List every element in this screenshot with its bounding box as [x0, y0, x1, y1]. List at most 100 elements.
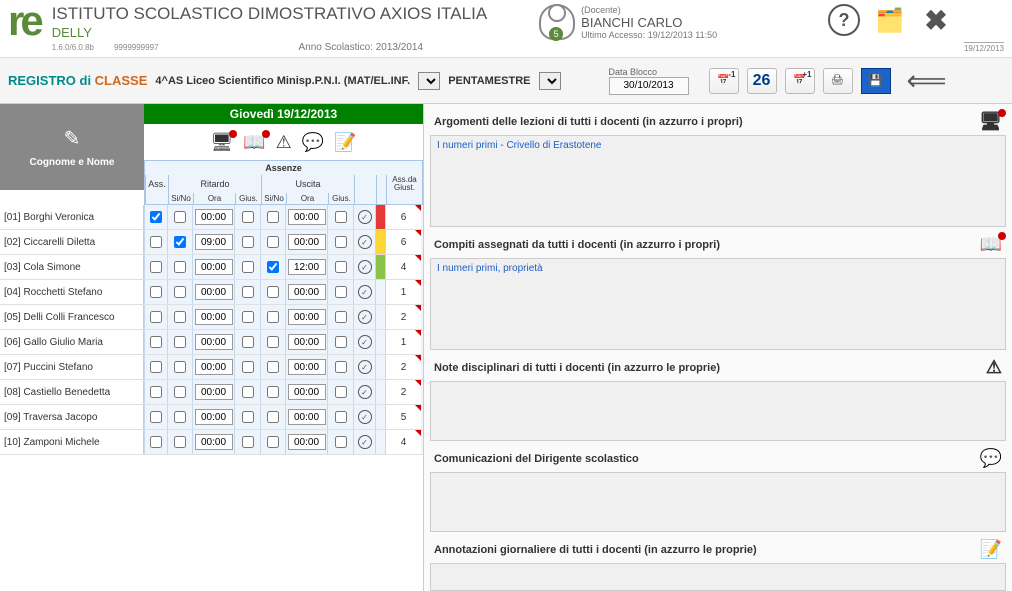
homework-panel-icon[interactable]: 📖 — [980, 234, 1002, 255]
exit-checkbox[interactable] — [267, 236, 279, 248]
period-dropdown[interactable] — [539, 72, 561, 90]
lessons-icon[interactable]: 🖥 — [210, 132, 233, 153]
homework-icon[interactable]: 📖 — [243, 132, 265, 153]
exit-just-checkbox[interactable] — [335, 286, 347, 298]
exit-just-checkbox[interactable] — [335, 311, 347, 323]
prev-day-button[interactable]: 📅-1 — [709, 68, 739, 94]
exit-just-checkbox[interactable] — [335, 261, 347, 273]
exit-time-input[interactable] — [288, 434, 326, 450]
exit-time-input[interactable] — [288, 309, 326, 325]
late-checkbox[interactable] — [174, 361, 186, 373]
exit-time-input[interactable] — [288, 284, 326, 300]
today-button[interactable]: 26 — [747, 68, 777, 94]
exit-just-checkbox[interactable] — [335, 386, 347, 398]
late-just-checkbox[interactable] — [242, 261, 254, 273]
exit-checkbox[interactable] — [267, 261, 279, 273]
late-time-input[interactable] — [195, 234, 233, 250]
save-button[interactable]: 💾 — [861, 68, 891, 94]
absence-checkbox[interactable] — [150, 411, 162, 423]
exit-time-input[interactable] — [288, 359, 326, 375]
late-checkbox[interactable] — [174, 286, 186, 298]
exit-just-checkbox[interactable] — [335, 236, 347, 248]
absence-checkbox[interactable] — [150, 436, 162, 448]
late-checkbox[interactable] — [174, 211, 186, 223]
exit-just-checkbox[interactable] — [335, 211, 347, 223]
late-time-input[interactable] — [195, 434, 233, 450]
absence-checkbox[interactable] — [150, 211, 162, 223]
exit-checkbox[interactable] — [267, 336, 279, 348]
annotations-icon[interactable]: 📝 — [334, 132, 356, 153]
panel-annotazioni-body[interactable] — [430, 563, 1006, 591]
exit-just-checkbox[interactable] — [335, 336, 347, 348]
late-time-input[interactable] — [195, 309, 233, 325]
confirm-icon[interactable]: ✓ — [358, 260, 372, 274]
late-just-checkbox[interactable] — [242, 211, 254, 223]
late-time-input[interactable] — [195, 259, 233, 275]
confirm-icon[interactable]: ✓ — [358, 310, 372, 324]
late-checkbox[interactable] — [174, 261, 186, 273]
confirm-icon[interactable]: ✓ — [358, 410, 372, 424]
panel-compiti-body[interactable]: I numeri primi, proprietà — [430, 258, 1006, 350]
ann-panel-icon[interactable]: 📝 — [980, 539, 1002, 560]
absence-checkbox[interactable] — [150, 336, 162, 348]
exit-time-input[interactable] — [288, 384, 326, 400]
late-time-input[interactable] — [195, 359, 233, 375]
exit-checkbox[interactable] — [267, 286, 279, 298]
class-dropdown[interactable] — [418, 72, 440, 90]
export-icon[interactable]: 🗂️ — [874, 4, 906, 36]
late-checkbox[interactable] — [174, 311, 186, 323]
late-just-checkbox[interactable] — [242, 311, 254, 323]
next-day-button[interactable]: 📅+1 — [785, 68, 815, 94]
late-checkbox[interactable] — [174, 436, 186, 448]
late-checkbox[interactable] — [174, 411, 186, 423]
help-icon[interactable]: ? — [828, 4, 860, 36]
exit-time-input[interactable] — [288, 409, 326, 425]
late-just-checkbox[interactable] — [242, 386, 254, 398]
notes-panel-icon[interactable]: ⚠ — [986, 357, 1002, 378]
exit-checkbox[interactable] — [267, 311, 279, 323]
late-time-input[interactable] — [195, 409, 233, 425]
late-just-checkbox[interactable] — [242, 286, 254, 298]
exit-checkbox[interactable] — [267, 361, 279, 373]
late-just-checkbox[interactable] — [242, 336, 254, 348]
late-checkbox[interactable] — [174, 386, 186, 398]
absence-checkbox[interactable] — [150, 261, 162, 273]
confirm-icon[interactable]: ✓ — [358, 210, 372, 224]
late-just-checkbox[interactable] — [242, 361, 254, 373]
absence-checkbox[interactable] — [150, 361, 162, 373]
absence-checkbox[interactable] — [150, 286, 162, 298]
confirm-icon[interactable]: ✓ — [358, 285, 372, 299]
warning-icon[interactable]: ⚠ — [276, 132, 292, 153]
exit-time-input[interactable] — [288, 209, 326, 225]
late-time-input[interactable] — [195, 209, 233, 225]
late-time-input[interactable] — [195, 284, 233, 300]
exit-time-input[interactable] — [288, 234, 326, 250]
exit-just-checkbox[interactable] — [335, 361, 347, 373]
late-checkbox[interactable] — [174, 336, 186, 348]
close-icon[interactable]: ✖ — [920, 4, 952, 36]
notes-icon[interactable]: 💬 — [302, 132, 324, 153]
absence-checkbox[interactable] — [150, 386, 162, 398]
exit-checkbox[interactable] — [267, 386, 279, 398]
late-just-checkbox[interactable] — [242, 436, 254, 448]
late-checkbox[interactable] — [174, 236, 186, 248]
exit-just-checkbox[interactable] — [335, 411, 347, 423]
back-arrow-icon[interactable]: ⟸ — [907, 64, 947, 97]
lessons-panel-icon[interactable]: 🖥 — [979, 111, 1002, 132]
data-blocco-input[interactable] — [609, 77, 689, 95]
panel-note-body[interactable] — [430, 381, 1006, 441]
exit-time-input[interactable] — [288, 259, 326, 275]
exit-checkbox[interactable] — [267, 211, 279, 223]
print-button[interactable]: 🖨 — [823, 68, 853, 94]
late-just-checkbox[interactable] — [242, 411, 254, 423]
absence-checkbox[interactable] — [150, 311, 162, 323]
late-just-checkbox[interactable] — [242, 236, 254, 248]
exit-checkbox[interactable] — [267, 436, 279, 448]
exit-checkbox[interactable] — [267, 411, 279, 423]
absence-checkbox[interactable] — [150, 236, 162, 248]
late-time-input[interactable] — [195, 334, 233, 350]
late-time-input[interactable] — [195, 384, 233, 400]
exit-just-checkbox[interactable] — [335, 436, 347, 448]
confirm-icon[interactable]: ✓ — [358, 235, 372, 249]
confirm-icon[interactable]: ✓ — [358, 360, 372, 374]
